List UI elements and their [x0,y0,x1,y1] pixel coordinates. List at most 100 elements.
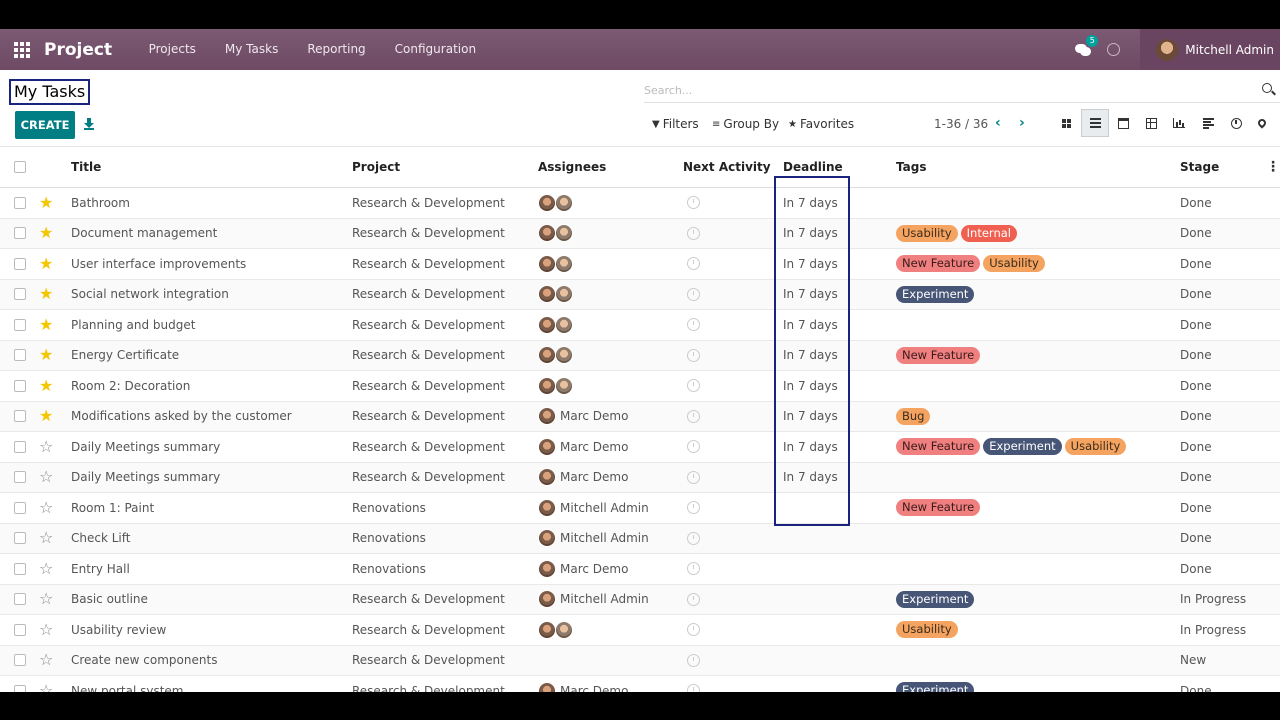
star-filled-icon[interactable]: ★ [39,225,53,241]
row-checkbox[interactable] [14,318,26,331]
table-row[interactable]: ★ User interface improvements Research & D… [0,249,1280,280]
table-row[interactable]: ☆ Daily Meetings summary Research & Develo… [0,432,1280,463]
activity-clock-icon[interactable] [687,196,700,210]
activity-clock-icon[interactable] [687,470,700,484]
row-checkbox[interactable] [14,288,26,301]
activity-clock-icon[interactable] [687,531,700,545]
menu-reporting[interactable]: Reporting [293,29,380,70]
star-outline-icon[interactable]: ☆ [39,530,53,546]
row-checkbox[interactable] [14,562,26,575]
pager-value[interactable]: 1-36 / 36 [934,117,988,131]
table-row[interactable]: ★ Social network integration Research & De… [0,279,1280,310]
select-all-checkbox[interactable] [14,161,26,173]
activity-clock-icon[interactable] [687,287,700,301]
download-icon[interactable] [84,118,94,130]
row-checkbox[interactable] [14,593,26,606]
pivot-view-icon[interactable] [1137,109,1165,137]
groupby-dropdown[interactable]: ≡ Group By [712,117,779,131]
table-row[interactable]: ★ Room 2: Decoration Research & Developmen… [0,371,1280,402]
menu-my-tasks[interactable]: My Tasks [210,29,292,70]
search-icon[interactable] [1262,83,1272,93]
table-row[interactable]: ☆ Room 1: Paint Renovations Mitchell Admin N… [0,493,1280,524]
create-button[interactable]: CREATE [15,111,75,139]
row-checkbox[interactable] [14,349,26,362]
star-outline-icon[interactable]: ☆ [39,560,53,577]
star-outline-icon[interactable]: ☆ [39,621,53,638]
row-checkbox[interactable] [14,654,26,667]
table-row[interactable]: ★ Planning and budget Research & Developme… [0,310,1280,341]
row-checkbox[interactable] [14,227,26,240]
row-checkbox[interactable] [14,532,26,545]
star-outline-icon[interactable]: ☆ [39,438,53,455]
activity-clock-icon[interactable] [687,562,700,576]
header-title[interactable]: Title [71,160,101,174]
star-filled-icon[interactable]: ★ [39,316,53,333]
row-checkbox[interactable] [14,440,26,453]
table-row[interactable]: ★ Modifications asked by the customer Rese… [0,401,1280,432]
activity-clock-icon[interactable] [687,623,700,637]
app-name[interactable]: Project [44,40,112,60]
gantt-view-icon[interactable] [1194,109,1222,137]
star-outline-icon[interactable]: ☆ [39,591,53,607]
table-row[interactable]: ☆ Daily Meetings summary Research & Develo… [0,462,1280,493]
table-row[interactable]: ★ Document management Research & Developme… [0,218,1280,249]
star-filled-icon[interactable]: ★ [39,286,53,302]
activity-clock-icon[interactable] [687,379,700,393]
activity-clock-icon[interactable] [687,592,700,606]
star-outline-icon[interactable]: ☆ [39,682,53,692]
filters-dropdown[interactable]: ▼ Filters [652,117,699,131]
search-input[interactable] [644,79,1244,101]
graph-view-icon[interactable] [1165,109,1193,137]
star-outline-icon[interactable]: ☆ [39,652,53,668]
menu-configuration[interactable]: Configuration [380,29,490,70]
row-checkbox[interactable] [14,684,26,692]
star-filled-icon[interactable]: ★ [39,347,53,363]
chevron-left-icon[interactable]: ‹ [995,116,1001,130]
user-menu[interactable]: Mitchell Admin [1140,29,1280,70]
activity-clock-icon[interactable] [687,409,700,423]
star-filled-icon[interactable]: ★ [39,194,53,211]
table-row[interactable]: ☆ Create new components Research & Develop… [0,645,1280,676]
kanban-view-icon[interactable] [1052,109,1080,137]
activities-clock-icon[interactable] [1107,43,1121,56]
table-row[interactable]: ☆ Usability review Research & Development U… [0,615,1280,646]
row-checkbox[interactable] [14,471,26,484]
header-deadline[interactable]: Deadline [783,160,843,174]
apps-menu-icon[interactable] [0,29,44,70]
activity-view-icon[interactable] [1222,109,1250,137]
favorites-dropdown[interactable]: ★ Favorites [788,117,854,131]
calendar-view-icon[interactable] [1109,109,1137,137]
table-row[interactable]: ★ Bathroom Research & Development In 7 days… [0,188,1280,219]
table-row[interactable]: ☆ New portal system Research & Development… [0,676,1280,692]
map-view-icon[interactable] [1248,109,1276,137]
column-options-icon[interactable]: ⋮ [1266,159,1280,175]
row-checkbox[interactable] [14,410,26,423]
activity-clock-icon[interactable] [687,318,700,332]
chevron-right-icon[interactable]: › [1019,116,1025,130]
activity-clock-icon[interactable] [687,684,700,692]
star-outline-icon[interactable]: ☆ [39,469,53,485]
messages-icon[interactable]: 5 [1075,34,1099,57]
activity-clock-icon[interactable] [687,440,700,454]
activity-clock-icon[interactable] [687,257,700,271]
table-row[interactable]: ★ Energy Certificate Research & Developmen… [0,340,1280,371]
header-stage[interactable]: Stage [1180,160,1219,174]
menu-projects[interactable]: Projects [134,29,210,70]
header-assignees[interactable]: Assignees [538,160,606,174]
star-filled-icon[interactable]: ★ [39,255,53,272]
star-filled-icon[interactable]: ★ [39,377,53,394]
star-filled-icon[interactable]: ★ [39,408,53,424]
table-row[interactable]: ☆ Basic outline Research & Development Mitc… [0,584,1280,615]
table-row[interactable]: ☆ Check Lift Renovations Mitchell Admin Done [0,523,1280,554]
row-checkbox[interactable] [14,196,26,209]
row-checkbox[interactable] [14,501,26,514]
header-tags[interactable]: Tags [896,160,926,174]
activity-clock-icon[interactable] [687,501,700,515]
table-row[interactable]: ☆ Entry Hall Renovations Marc Demo Done [0,554,1280,585]
header-project[interactable]: Project [352,160,400,174]
star-outline-icon[interactable]: ☆ [39,499,53,516]
activity-clock-icon[interactable] [687,348,700,362]
header-next-activity[interactable]: Next Activity [683,160,771,174]
list-view-icon[interactable] [1081,109,1109,137]
row-checkbox[interactable] [14,623,26,636]
